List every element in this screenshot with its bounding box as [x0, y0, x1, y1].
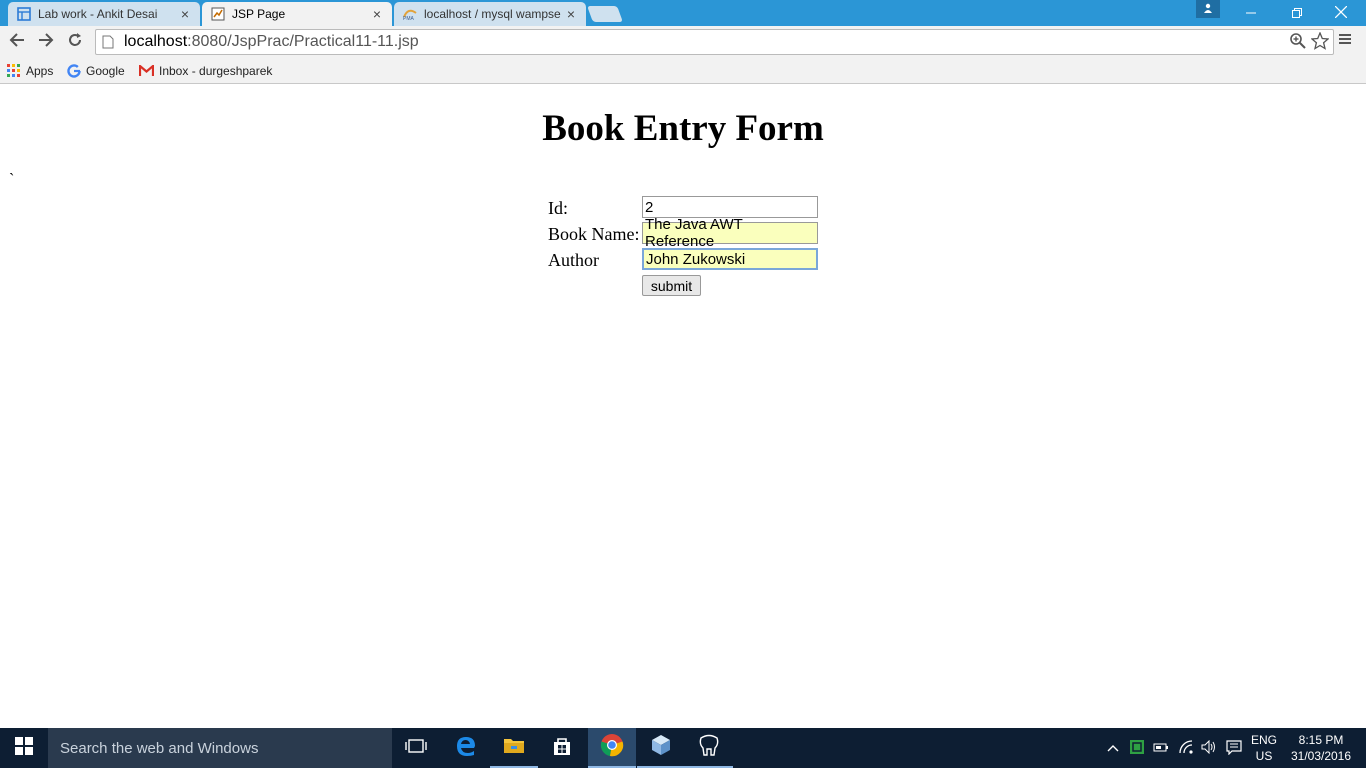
notification-icon — [1226, 739, 1242, 758]
tray-volume[interactable] — [1200, 728, 1218, 768]
taskbar-chrome[interactable] — [588, 728, 636, 768]
chrome-menu-button[interactable] — [1338, 32, 1358, 52]
id-label: Id: — [548, 197, 568, 218]
book-name-input[interactable]: The Java AWT Reference — [642, 216, 818, 250]
svg-text:PMA: PMA — [403, 16, 415, 21]
wifi-icon — [1179, 739, 1195, 757]
close-window-button[interactable] — [1318, 0, 1364, 26]
profile-button[interactable] — [1196, 0, 1220, 18]
back-arrow-icon — [9, 32, 25, 53]
language-code: ENG — [1250, 733, 1277, 747]
url-text: localhost:8080/JspPrac/Practical11-11.js… — [124, 33, 419, 51]
hamburger-menu-icon — [1338, 33, 1352, 50]
bookmark-google[interactable]: Google — [67, 62, 125, 80]
browser-titlebar: Lab work - Ankit Desai × JSP Page × PMA … — [0, 0, 1366, 26]
windows-taskbar: Search the web and Windows ENG US 8:15 P… — [0, 728, 1366, 768]
tab-label: localhost / mysql wampse — [424, 7, 561, 21]
start-button[interactable] — [0, 728, 48, 768]
bookmarks-bar: Apps Google Inbox - durgeshparek — [0, 58, 1366, 84]
apps-grid-icon — [7, 64, 21, 78]
taskbar-store[interactable] — [538, 728, 586, 768]
reload-icon — [67, 32, 83, 53]
edge-icon — [455, 735, 477, 762]
tab-label: JSP Page — [232, 7, 286, 21]
person-icon — [1203, 0, 1213, 18]
author-label: Author — [548, 249, 599, 270]
store-bag-icon — [552, 736, 572, 761]
taskbar-app-cube[interactable] — [637, 728, 685, 768]
tab-jsp-page[interactable]: JSP Page × — [202, 2, 392, 26]
minimize-icon — [1246, 5, 1256, 21]
task-view-icon — [405, 738, 427, 759]
taskbar-search[interactable]: Search the web and Windows — [48, 728, 392, 768]
submit-button[interactable]: submit — [642, 275, 701, 296]
author-input[interactable]: John Zukowski — [642, 248, 818, 270]
address-bar[interactable]: localhost:8080/JspPrac/Practical11-11.js… — [95, 29, 1334, 55]
clock-date: 31/03/2016 — [1290, 749, 1352, 763]
green-app-icon — [1129, 739, 1145, 758]
clock-time: 8:15 PM — [1298, 733, 1344, 747]
battery-icon — [1153, 741, 1169, 756]
id-input[interactable]: 2 — [642, 196, 818, 218]
url-host: localhost — [124, 33, 188, 50]
back-button[interactable] — [5, 30, 29, 54]
cube-icon — [650, 734, 672, 761]
forward-button[interactable] — [34, 30, 58, 54]
gmail-icon — [139, 65, 154, 77]
forward-arrow-icon — [38, 32, 54, 53]
bookmark-label: Inbox - durgeshparek — [159, 64, 273, 78]
bookmark-label: Google — [86, 64, 125, 78]
tray-overflow[interactable] — [1104, 728, 1122, 768]
restore-icon — [1292, 5, 1302, 21]
tray-action-center[interactable] — [1224, 728, 1244, 768]
sheets-icon — [16, 6, 32, 22]
url-path: :8080/JspPrac/Practical11-11.jsp — [187, 33, 419, 50]
tray-battery[interactable] — [1152, 728, 1170, 768]
close-icon — [1334, 5, 1348, 21]
folder-icon — [503, 736, 525, 759]
new-tab-button[interactable] — [587, 6, 623, 22]
minimize-button[interactable] — [1228, 0, 1274, 26]
taskbar-edge[interactable] — [442, 728, 490, 768]
region-code: US — [1255, 749, 1273, 763]
close-icon[interactable]: × — [370, 6, 384, 22]
google-icon — [67, 64, 81, 78]
id-row: Id: — [548, 195, 642, 221]
book-name-row: Book Name: — [548, 221, 642, 247]
bookmark-apps[interactable]: Apps — [7, 62, 53, 80]
close-icon[interactable]: × — [178, 6, 192, 22]
restore-button[interactable] — [1274, 0, 1320, 26]
language-indicator[interactable]: ENG US — [1250, 732, 1278, 764]
taskbar-postgres[interactable] — [685, 728, 733, 768]
reload-button[interactable] — [63, 30, 87, 54]
page-title: Book Entry Form — [542, 108, 824, 149]
tray-app-green[interactable] — [1128, 728, 1146, 768]
speaker-icon — [1201, 739, 1217, 757]
chevron-up-icon — [1107, 741, 1119, 755]
bookmark-inbox[interactable]: Inbox - durgeshparek — [139, 62, 277, 80]
browser-toolbar: localhost:8080/JspPrac/Practical11-11.js… — [0, 26, 1366, 58]
windows-logo-icon — [15, 736, 33, 760]
tray-wifi[interactable] — [1178, 728, 1196, 768]
task-view-button[interactable] — [392, 728, 440, 768]
bookmark-label: Apps — [26, 64, 54, 78]
author-row: Author — [548, 247, 642, 273]
stray-character: ` — [9, 171, 15, 188]
elephant-icon — [697, 734, 721, 761]
close-icon[interactable]: × — [564, 6, 578, 22]
book-name-label: Book Name: — [548, 223, 640, 244]
taskbar-clock[interactable]: 8:15 PM 31/03/2016 — [1286, 732, 1356, 764]
zoom-icon[interactable] — [1289, 32, 1307, 55]
page-icon — [210, 6, 226, 22]
bookmark-star-icon[interactable] — [1310, 31, 1330, 55]
phpmyadmin-icon: PMA — [402, 6, 418, 22]
page-content: Book Entry Form ` Id: 2 Book Name: The J… — [0, 85, 1366, 728]
chrome-icon — [600, 733, 624, 762]
tab-label: Lab work - Ankit Desai — [38, 7, 158, 21]
page-icon — [102, 35, 120, 49]
tab-phpmyadmin[interactable]: PMA localhost / mysql wampse × — [394, 2, 586, 26]
taskbar-file-explorer[interactable] — [490, 728, 538, 768]
tab-lab-work[interactable]: Lab work - Ankit Desai × — [8, 2, 200, 26]
